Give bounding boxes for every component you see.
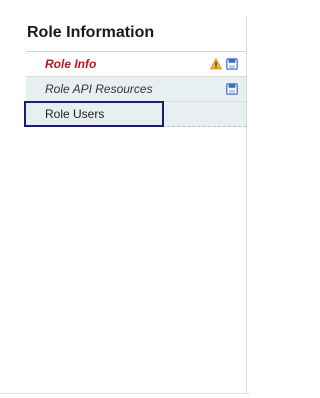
bottom-divider <box>0 393 250 394</box>
nav-item-icons <box>226 82 238 96</box>
page: Role Information Role Info Role API Reso… <box>0 0 250 398</box>
save-icon[interactable] <box>226 58 238 70</box>
nav-item-role-users[interactable]: Role Users <box>24 101 246 127</box>
panel-title: Role Information <box>26 16 246 52</box>
save-icon[interactable] <box>226 83 238 95</box>
nav-item-role-api-resources[interactable]: Role API Resources <box>26 77 246 102</box>
warning-icon[interactable] <box>210 58 222 70</box>
nav-item-label: Role API Resources <box>45 82 153 96</box>
nav-item-label: Role Info <box>45 57 97 71</box>
role-information-panel: Role Information Role Info Role API Reso… <box>24 16 247 394</box>
nav-item-label: Role Users <box>45 107 105 121</box>
nav-item-icons <box>210 57 238 71</box>
nav-item-role-info[interactable]: Role Info <box>26 52 246 77</box>
